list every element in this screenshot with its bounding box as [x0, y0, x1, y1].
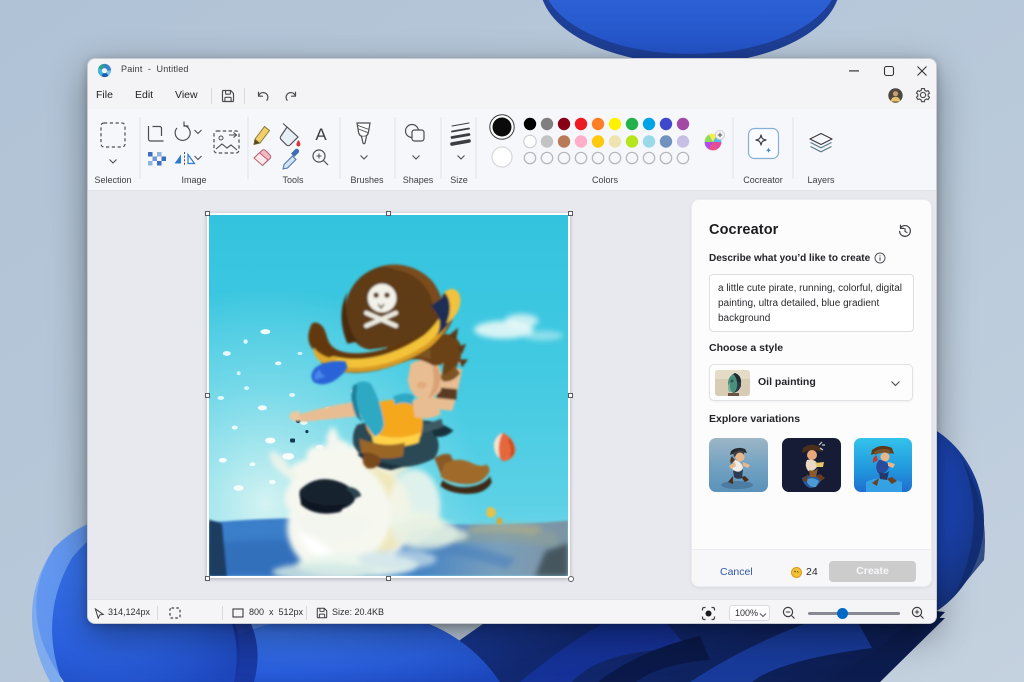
svg-text:A: A	[315, 125, 327, 144]
